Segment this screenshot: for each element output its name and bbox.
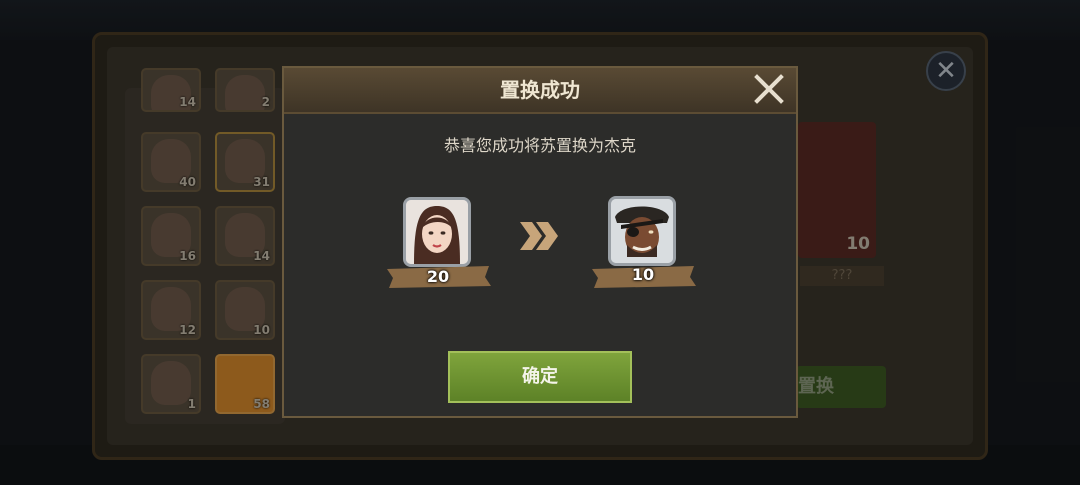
woman-face-icon <box>406 200 468 264</box>
to-hero-count: 10 <box>631 265 655 284</box>
dialog-header: 置换成功 <box>284 68 796 114</box>
pirate-face-icon <box>611 199 673 263</box>
dialog-message: 恭喜您成功将苏置换为杰克 <box>443 136 636 155</box>
from-hero-count: 20 <box>426 267 450 286</box>
dialog-title: 置换成功 <box>500 78 580 102</box>
confirm-button[interactable]: 确定 <box>448 351 632 403</box>
to-hero-portrait <box>608 196 676 266</box>
from-hero-portrait <box>403 197 471 267</box>
close-icon[interactable] <box>752 72 786 106</box>
double-chevron-right-icon <box>520 222 558 250</box>
